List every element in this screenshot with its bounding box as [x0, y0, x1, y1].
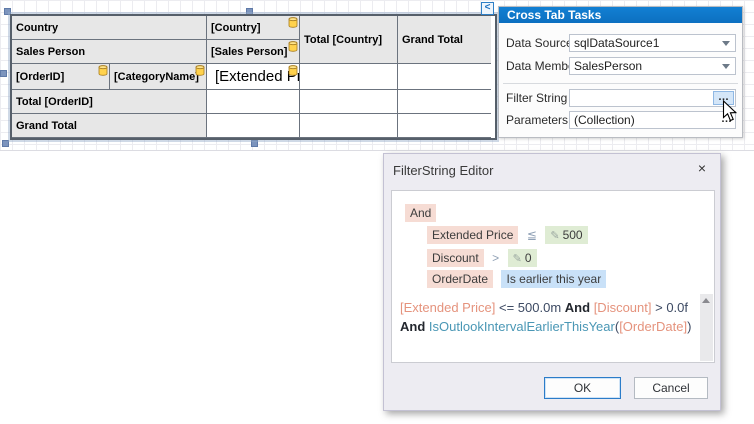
selection-handle-bottom-center[interactable] [251, 140, 258, 147]
tasks-panel-title-text: Cross Tab Tasks [507, 8, 601, 22]
condition-field-chip[interactable]: Extended Price [427, 226, 518, 244]
smart-tag-collapse-icon[interactable]: < [481, 2, 494, 15]
database-field-icon [288, 17, 298, 28]
filter-string-input[interactable]: … [569, 89, 736, 107]
parameters-label: Parameters [506, 111, 568, 129]
chevron-down-icon [722, 64, 730, 69]
crosstab-cell-empty[interactable] [398, 114, 491, 138]
crosstab-cell-total-country[interactable]: Total [Country] [300, 16, 398, 64]
scrollbar[interactable] [700, 294, 713, 361]
crosstab-tasks-panel: Cross Tab Tasks Data Source sqlDataSourc… [498, 6, 743, 138]
condition-row-orderdate: OrderDate Is earlier this year [427, 270, 606, 288]
smart-tag-glyph: < [485, 2, 491, 13]
data-source-combobox[interactable]: sqlDataSource1 [569, 34, 736, 52]
pencil-icon: ✎ [550, 230, 559, 242]
data-member-label: Data Member [506, 57, 579, 75]
crosstab-cell-salesperson-field[interactable]: [Sales Person] [207, 40, 300, 64]
condition-operator[interactable]: ≦ [527, 226, 537, 244]
database-field-icon [195, 65, 205, 76]
condition-operator[interactable]: > [492, 249, 499, 267]
cell-text: Country [16, 22, 58, 34]
selection-handle-middle-left[interactable] [0, 70, 7, 77]
data-member-value: SalesPerson [574, 59, 642, 73]
filter-expression-text: [Extended Price] <= 500.0m And [Discount… [400, 298, 692, 336]
crosstab-cell-country-field[interactable]: [Country] [207, 16, 300, 40]
crosstab-cell-empty[interactable] [207, 90, 300, 114]
condition-value-chip[interactable]: ✎0 [508, 249, 537, 267]
close-icon[interactable]: × [698, 161, 706, 175]
filterstring-editor-dialog: FilterString Editor × And Extended Price… [383, 153, 721, 411]
condition-row-extended-price: Extended Price ≦ ✎ 500 [427, 226, 588, 244]
group-operator-row: And [405, 204, 436, 222]
crosstab-cell-total-orderid[interactable]: Total [OrderID] [12, 90, 207, 114]
cell-text: [CategoryName] [114, 71, 199, 83]
crosstab-cell-categoryname[interactable]: [CategoryName] [110, 64, 207, 90]
dialog-title: FilterString Editor [393, 163, 493, 178]
parameters-value: (Collection) [574, 113, 635, 127]
cell-text: Grand Total [16, 120, 77, 132]
ok-button[interactable]: OK [544, 377, 621, 399]
cell-text: [Sales Person] [211, 46, 287, 58]
cell-text: Total [Country] [304, 34, 382, 46]
crosstab-cell-empty[interactable] [300, 114, 398, 138]
panel-separator [503, 83, 738, 84]
cell-text: [Country] [211, 22, 261, 34]
cell-text: Total [OrderID] [16, 96, 93, 108]
crosstab-cell-grand-total-row[interactable]: Grand Total [12, 114, 207, 138]
cell-text: [OrderID] [16, 71, 64, 83]
crosstab-cell-empty[interactable] [207, 114, 300, 138]
condition-row-discount: Discount > ✎0 [427, 249, 537, 267]
pencil-icon: ✎ [513, 253, 522, 265]
condition-field-chip[interactable]: OrderDate [427, 270, 493, 288]
crosstab-cell-orderid[interactable]: [OrderID] [12, 64, 110, 90]
condition-value-chip[interactable]: ✎ 500 [545, 226, 587, 244]
filter-conditions-area: And Extended Price ≦ ✎500 Discount > ✎0 … [391, 190, 715, 294]
report-designer-surface: { "icons": { "db_field": "database-field… [0, 0, 754, 424]
group-operator-chip[interactable]: And [405, 204, 436, 222]
parameters-ellipsis-button[interactable]: … [714, 113, 732, 127]
crosstab-cell-country-header[interactable]: Country [12, 16, 207, 40]
condition-operator-chip[interactable]: Is earlier this year [501, 270, 606, 288]
crosstab-cell-grand-total-col[interactable]: Grand Total [398, 16, 491, 64]
cell-text: Sales Person [16, 46, 85, 58]
scroll-up-icon[interactable] [702, 298, 710, 303]
cell-text: Grand Total [402, 34, 463, 46]
chevron-down-icon [722, 41, 730, 46]
crosstab-cell-extended-price[interactable]: [Extended Price] [207, 64, 300, 90]
selection-handle-bottom-left[interactable] [2, 140, 9, 147]
condition-field-chip[interactable]: Discount [427, 249, 484, 267]
condition-value-text: 500 [563, 228, 583, 242]
data-member-combobox[interactable]: SalesPerson [569, 57, 736, 75]
crosstab-cell-salesperson-header[interactable]: Sales Person [12, 40, 207, 64]
data-source-value: sqlDataSource1 [574, 36, 659, 50]
database-field-icon [98, 65, 108, 76]
filter-string-ellipsis-button[interactable]: … [713, 91, 734, 105]
crosstab-cell-empty[interactable] [300, 64, 398, 90]
filter-string-label: Filter String [506, 89, 567, 107]
crosstab-cell-empty[interactable] [398, 90, 491, 114]
tasks-panel-title: Cross Tab Tasks [499, 7, 742, 23]
data-source-label: Data Source [506, 34, 573, 52]
filter-expression-preview[interactable]: [Extended Price] <= 500.0m And [Discount… [391, 293, 715, 363]
condition-value-text: 0 [525, 251, 532, 265]
crosstab-control[interactable]: Country Sales Person [OrderID] [Category… [10, 14, 497, 140]
database-field-icon [288, 41, 298, 52]
database-field-icon [288, 65, 298, 76]
crosstab-cell-empty[interactable] [398, 64, 491, 90]
parameters-input[interactable]: (Collection) … [569, 111, 736, 129]
cancel-button[interactable]: Cancel [634, 377, 708, 399]
crosstab-cell-empty[interactable] [300, 90, 398, 114]
